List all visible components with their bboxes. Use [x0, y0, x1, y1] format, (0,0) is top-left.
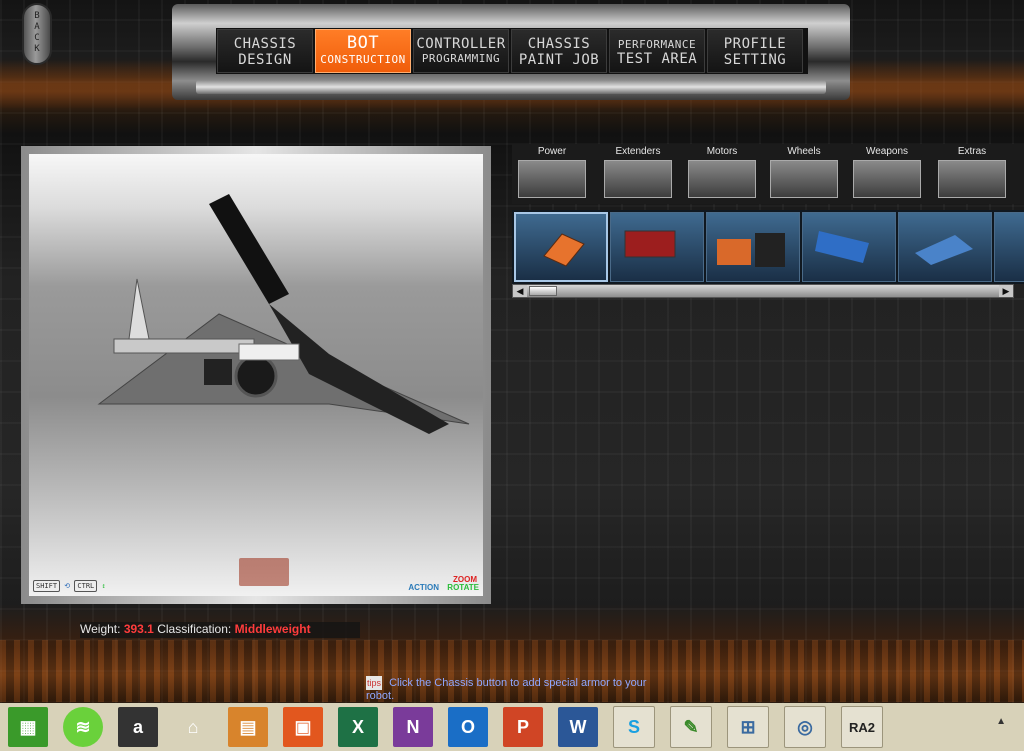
extender-bar-icon	[604, 160, 672, 198]
taskbar: ▦ ≋ a ⌂ ▤ ▣ X N O P W S ✎ ⊞ ◎ RA2	[0, 703, 1024, 751]
category-weapons[interactable]: Weapons	[847, 144, 927, 204]
scroll-thumb[interactable]	[529, 286, 557, 296]
parts-scrollbar[interactable]: ◀ ▶	[512, 284, 1014, 298]
nav-rail	[196, 80, 826, 94]
chassis-body	[238, 343, 300, 361]
weapon-icon	[853, 160, 921, 198]
spike	[128, 278, 150, 340]
amazon-icon[interactable]: a	[118, 707, 158, 747]
scroll-right-arrow-icon[interactable]: ▶	[999, 285, 1013, 297]
cortana-icon[interactable]: ◎	[784, 706, 826, 748]
tab-chassis-design[interactable]: CHASSIS DESIGN	[217, 29, 313, 73]
store-icon[interactable]: ▦	[8, 707, 48, 747]
category-extenders[interactable]: Extenders	[598, 144, 678, 204]
tip-message: tips Click the Chassis button to add spe…	[366, 676, 666, 702]
home-icon[interactable]: ⌂	[173, 707, 213, 747]
part-battery-orange[interactable]	[514, 212, 608, 282]
category-bar: Power Extenders Motors Wheels Weapons Ex…	[512, 144, 1024, 204]
outlook-icon[interactable]: O	[448, 707, 488, 747]
part-more[interactable]	[994, 212, 1024, 282]
back-button[interactable]: BACK	[22, 3, 52, 65]
tab-controller-programming[interactable]: CONTROLLER PROGRAMMING	[413, 29, 509, 73]
extras-icon	[938, 160, 1006, 198]
rotate-label: ROTATE	[447, 583, 479, 592]
scroll-left-arrow-icon[interactable]: ◀	[513, 285, 527, 297]
wheel	[234, 354, 278, 398]
motor-icon	[688, 160, 756, 198]
photos-icon[interactable]: ▣	[283, 707, 323, 747]
rotate-arrow-icon: ⟲	[64, 582, 71, 590]
main-tabs: CHASSIS DESIGN BOT CONSTRUCTION CONTROLL…	[216, 28, 808, 74]
bot-stats: Weight: 393.1 Classification: Middleweig…	[80, 622, 360, 638]
tray-expand-icon[interactable]: ▲	[996, 716, 1006, 727]
part-battery-red[interactable]	[610, 212, 704, 282]
skype-icon[interactable]: S	[613, 706, 655, 748]
category-extras[interactable]: Extras	[932, 144, 1012, 204]
action-label: ACTION	[408, 583, 439, 592]
robot-viewport[interactable]: SHIFT ⟲ CTRL ↕ ZOOM ACTION ROTATE	[29, 154, 483, 596]
notepad-icon[interactable]: ✎	[670, 706, 712, 748]
weight-value: 393.1	[123, 622, 154, 636]
wheel-icon	[770, 160, 838, 198]
part-battery-lightblue[interactable]	[898, 212, 992, 282]
updown-arrow-icon: ↕	[101, 582, 106, 590]
ra2-icon[interactable]: RA2	[841, 706, 883, 748]
tab-chassis-paint-job[interactable]: CHASSIS PAINT JOB	[511, 29, 607, 73]
selected-part-preview	[239, 558, 289, 586]
tab-bot-construction[interactable]: BOT CONSTRUCTION	[315, 29, 411, 73]
motor-block	[204, 359, 232, 385]
controls-hint: SHIFT ⟲ CTRL ↕	[33, 580, 106, 592]
robot-model	[97, 194, 470, 434]
part-battery-blue[interactable]	[802, 212, 896, 282]
back-label: BACK	[34, 11, 40, 54]
spotify-icon[interactable]: ≋	[63, 707, 103, 747]
word-icon[interactable]: W	[558, 707, 598, 747]
tab-profile-setting[interactable]: PROFILE SETTING	[707, 29, 803, 73]
ctrl-key: CTRL	[74, 580, 98, 592]
category-motors[interactable]: Motors	[682, 144, 762, 204]
classification-value: Middleweight	[234, 622, 311, 636]
parts-strip	[512, 210, 1024, 284]
files-icon[interactable]: ▤	[228, 707, 268, 747]
tab-performance-test-area[interactable]: PERFORMANCE TEST AREA	[609, 29, 705, 73]
arm-bar	[113, 338, 255, 354]
category-wheels[interactable]: Wheels	[764, 144, 844, 204]
weight-label: Weight:	[80, 622, 121, 636]
classification-label: Classification:	[157, 622, 232, 636]
category-power[interactable]: Power	[512, 144, 592, 204]
part-battery-pack[interactable]	[706, 212, 800, 282]
network-icon[interactable]: ⊞	[727, 706, 769, 748]
excel-icon[interactable]: X	[338, 707, 378, 747]
viewport-frame: SHIFT ⟲ CTRL ↕ ZOOM ACTION ROTATE	[21, 146, 491, 604]
tips-icon: tips	[366, 676, 382, 690]
powerpoint-icon[interactable]: P	[503, 707, 543, 747]
shift-key: SHIFT	[33, 580, 61, 592]
onenote-icon[interactable]: N	[393, 707, 433, 747]
battery-icon	[518, 160, 586, 198]
wedge-arm	[209, 194, 289, 304]
